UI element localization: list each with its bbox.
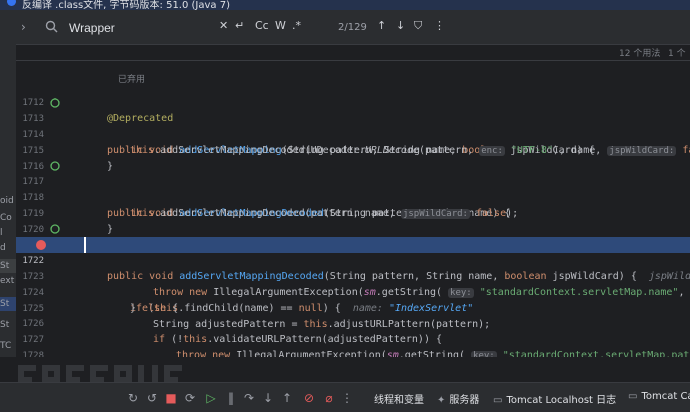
whole-word-button[interactable]: W — [275, 19, 286, 32]
reload-icon[interactable]: ⟳ — [183, 391, 197, 405]
project-item[interactable]: d — [0, 243, 6, 253]
tab-tomcat-catalina-log[interactable]: ▭Tomcat Cata — [628, 391, 690, 402]
code-line: 1720 — [22, 225, 44, 235]
text-cursor — [84, 237, 86, 253]
resume-icon[interactable]: ▷ — [204, 391, 218, 405]
search-input[interactable]: Wrapper — [69, 21, 115, 35]
server-icon: ✦ — [437, 395, 446, 406]
find-bar: › Wrapper ✕ ↵ Cc W .* 2/129 ↑ ↓ ⛉ ⋮ — [16, 10, 690, 45]
next-match-icon[interactable]: ↓ — [396, 19, 405, 32]
tab-threads-variables[interactable]: 线程和变量 — [374, 391, 424, 406]
match-count: 2/129 — [338, 22, 367, 33]
code-line: 1713 public void addServletMapping(Strin… — [16, 95, 690, 156]
code-line: 1727 throw new IllegalArgumentException(… — [16, 316, 690, 357]
project-item[interactable]: St — [0, 261, 9, 271]
tab-server[interactable]: ✦ 服务器 — [437, 391, 479, 406]
project-item[interactable]: St — [0, 320, 9, 330]
pause-icon[interactable]: ‖ — [224, 391, 238, 405]
info-icon — [7, 0, 16, 6]
step-into-icon[interactable]: ↓ — [261, 391, 275, 405]
stop-icon[interactable]: ■ — [164, 391, 178, 405]
code-line: 1726 if (!this.validateURLPattern(adjust… — [22, 319, 443, 345]
match-case-button[interactable]: Cc — [255, 19, 269, 32]
project-item[interactable]: Co — [0, 213, 12, 223]
code-line: 1718 this.addServletMappingDecoded(patte… — [22, 193, 519, 219]
code-line: 1721 public void addServletMappingDecode… — [16, 221, 690, 282]
decompiled-banner: 反编译 .class文件, 字节码版本: 51.0 (Java 7) — [0, 0, 690, 10]
chevron-right-icon[interactable]: › — [21, 20, 26, 34]
tab-tomcat-localhost-log[interactable]: ▭ Tomcat Localhost 日志 — [493, 391, 616, 406]
more-icon[interactable]: ⋮ — [340, 391, 354, 405]
banner-text: 反编译 .class文件, 字节码版本: 51.0 (Java 7) — [22, 0, 230, 10]
replace-toggle-icon[interactable]: ↵ — [235, 19, 244, 32]
code-line: 1712 @Deprecated — [22, 98, 174, 124]
override-icon[interactable] — [50, 161, 60, 171]
restart-icon[interactable]: ↺ — [145, 391, 159, 405]
code-line: 1724 } else { — [22, 288, 179, 314]
project-item[interactable]: St — [0, 299, 9, 309]
view-breakpoints-icon[interactable]: ⊘ — [302, 391, 316, 405]
more-options-icon[interactable]: ⋮ — [434, 19, 445, 32]
current-execution-line: 1722 if (this.findChild(name) == null) {… — [16, 237, 690, 314]
step-over-icon[interactable]: ↷ — [242, 391, 256, 405]
regex-button[interactable]: .* — [292, 19, 301, 32]
override-icon[interactable] — [50, 98, 60, 108]
log-icon: ▭ — [493, 395, 503, 406]
code-line: 1714 this.addServletMappingDecoded(UDeco… — [22, 130, 690, 156]
debug-toolbar: ↻ ↺ ■ ⟳ ▷ ‖ ↷ ↓ ↑ ⊘ ⌀ ⋮ 线程和变量 ✦ 服务器 ▭ Tomc… — [0, 382, 690, 412]
search-icon[interactable] — [45, 20, 58, 33]
rerun-icon[interactable]: ↻ — [126, 391, 140, 405]
code-line: 1723 throw new IllegalArgumentException(… — [22, 272, 690, 298]
project-panel: oid Co l d St ext St St TC ext — [0, 10, 16, 412]
project-item[interactable]: TC — [0, 341, 11, 351]
code-editor[interactable]: 已弃用 1712 @Deprecated 1713 public void ad… — [16, 61, 690, 357]
mute-breakpoints-icon[interactable]: ⌀ — [322, 391, 336, 405]
breakpoint-icon[interactable] — [36, 240, 46, 250]
code-line: 1715 } — [22, 146, 114, 172]
code-line: 1716 — [22, 162, 44, 172]
override-icon[interactable] — [50, 224, 60, 234]
previous-match-icon[interactable]: ↑ — [377, 19, 386, 32]
code-line: 1728 } else { — [22, 351, 44, 357]
code-line: 1717 public void addServletMappingDecode… — [16, 158, 690, 219]
code-line: 1719 } — [22, 209, 114, 235]
code-line: 1725 String adjustedPattern = this.adjus… — [22, 304, 491, 330]
project-item[interactable]: l — [0, 228, 3, 238]
project-item[interactable]: ext — [0, 276, 14, 286]
sticky-class-header: 131 public class StandardContext extends… — [16, 45, 690, 90]
clear-icon[interactable]: ✕ — [219, 19, 228, 32]
project-item[interactable]: oid — [0, 196, 14, 206]
filter-icon[interactable]: ⛉ — [414, 19, 422, 33]
usages-hint[interactable]: 12 个用法 — [619, 46, 660, 59]
log-icon: ▭ — [628, 391, 638, 402]
step-out-icon[interactable]: ↑ — [280, 391, 294, 405]
